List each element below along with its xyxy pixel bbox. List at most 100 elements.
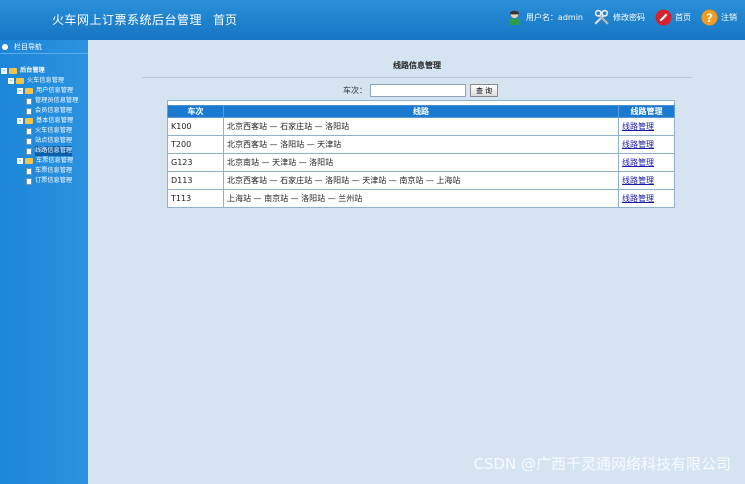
page-icon (26, 137, 32, 145)
folder-icon (16, 78, 24, 84)
page-icon (26, 97, 32, 105)
route-manage-link[interactable]: 线路管理 (622, 122, 654, 131)
folder-icon (25, 118, 33, 124)
train-number-cell: G123 (167, 153, 224, 172)
action-cell: 线路管理 (618, 135, 675, 154)
user-icon (509, 10, 520, 25)
change-password-button[interactable]: 修改密码 (593, 9, 645, 26)
sidebar-item-label: 基本信息管理 (36, 117, 74, 124)
tools-icon (594, 9, 609, 25)
route-cell: 北京西客站 — 石家庄站 — 洛阳站 (223, 117, 619, 136)
train-number-cell: D113 (167, 171, 224, 190)
change-password-label: 修改密码 (613, 13, 645, 22)
collapse-icon[interactable]: - (8, 78, 14, 84)
sidebar-item-label: 车票信息管理 (36, 157, 74, 164)
sidebar-item-label: 火车信息管理 (35, 127, 73, 134)
nav-dot-icon (2, 43, 8, 50)
route-manage-link[interactable]: 线路管理 (622, 158, 654, 167)
sidebar-item-label: 火车信息管理 (27, 77, 65, 84)
table-header-row: 车次 线路 线路管理 (167, 105, 675, 118)
folder-icon (25, 88, 33, 94)
search-label: 车次： (343, 86, 367, 95)
route-manage-link[interactable]: 线路管理 (622, 140, 654, 149)
table-row: G123 北京南站 — 天津站 — 洛阳站 线路管理 (167, 153, 675, 172)
sidebar-item-label: 车票信息管理 (35, 167, 73, 174)
username-label: 用户名：admin (525, 13, 583, 22)
page-title: 线路信息管理 (142, 60, 692, 78)
sidebar-item-label: 管理员信息管理 (35, 97, 79, 104)
table-row: T200 北京西客站 — 洛阳站 — 天津站 线路管理 (167, 135, 675, 154)
table-row: K100 北京西客站 — 石家庄站 — 洛阳站 线路管理 (167, 117, 675, 136)
route-cell: 北京西客站 — 洛阳站 — 天津站 (223, 135, 619, 154)
app-title: 火车网上订票系统后台管理 (52, 13, 203, 27)
table-row: D113 北京西客站 — 石家庄站 — 洛阳站 — 天津站 — 南京站 — 上海站… (167, 171, 675, 190)
page-icon (26, 167, 32, 175)
sidebar-title: 栏目导航 (14, 42, 42, 51)
home-label: 首页 (675, 13, 691, 22)
sidebar-item-label: 后台管理 (20, 67, 45, 74)
sidebar-item[interactable]: - 火车信息管理 (0, 76, 88, 86)
home-nav-link[interactable]: 首页 (213, 11, 237, 28)
page-icon (26, 107, 32, 115)
folder-icon (25, 158, 33, 164)
help-icon: ? (701, 9, 718, 26)
train-number-cell: K100 (167, 117, 224, 136)
route-cell: 北京西客站 — 石家庄站 — 洛阳站 — 天津站 — 南京站 — 上海站 (223, 171, 619, 190)
page-icon (26, 127, 32, 135)
page-icon (26, 147, 32, 155)
svg-text:?: ? (706, 11, 713, 25)
train-number-cell: T200 (167, 135, 224, 154)
collapse-icon[interactable]: - (17, 88, 23, 94)
column-header-route: 线路 (223, 105, 619, 118)
action-cell: 线路管理 (618, 189, 675, 208)
route-cell: 上海站 — 南京站 — 洛阳站 — 兰州站 (223, 189, 619, 208)
top-header: 火车网上订票系统后台管理 首页 用户名：admin 修改密码 首页 ? 注销 (0, 0, 745, 40)
logout-button[interactable]: ? 注销 (701, 9, 737, 26)
sidebar-item[interactable]: 线路信息管理 (0, 146, 88, 156)
home-icon (655, 9, 672, 26)
sidebar-item-label: 线路信息管理 (35, 146, 73, 156)
sidebar-item[interactable]: - 车票信息管理 (0, 156, 88, 166)
home-button[interactable]: 首页 (655, 9, 691, 26)
logout-label: 注销 (721, 13, 737, 22)
action-cell: 线路管理 (618, 117, 675, 136)
collapse-icon[interactable]: - (1, 68, 7, 74)
sidebar-item[interactable]: - 后台管理 (0, 66, 88, 76)
sidebar-item-label: 会员信息管理 (35, 107, 73, 114)
sidebar-item[interactable]: 管理员信息管理 (0, 96, 88, 106)
column-header-action: 线路管理 (618, 105, 675, 118)
sidebar-header: 栏目导航 (0, 40, 88, 54)
sidebar-item-label: 站点信息管理 (35, 137, 73, 144)
page-icon (26, 177, 32, 185)
collapse-icon[interactable]: - (17, 118, 23, 124)
route-manage-link[interactable]: 线路管理 (622, 176, 654, 185)
sidebar-item[interactable]: 会员信息管理 (0, 106, 88, 116)
collapse-icon[interactable]: - (17, 158, 23, 164)
train-number-input[interactable] (370, 84, 466, 97)
search-button[interactable]: 查 询 (470, 84, 498, 97)
action-cell: 线路管理 (618, 171, 675, 190)
sidebar-item[interactable]: 火车信息管理 (0, 126, 88, 136)
folder-icon (9, 68, 17, 74)
route-cell: 北京南站 — 天津站 — 洛阳站 (223, 153, 619, 172)
sidebar-item-label: 订票信息管理 (35, 177, 73, 184)
sidebar-item-label: 用户信息管理 (36, 87, 74, 94)
user-info: 用户名：admin (506, 9, 583, 26)
route-manage-link[interactable]: 线路管理 (622, 194, 654, 203)
column-header-train: 车次 (167, 105, 224, 118)
sidebar-item[interactable]: 站点信息管理 (0, 136, 88, 146)
train-number-cell: T113 (167, 189, 224, 208)
action-cell: 线路管理 (618, 153, 675, 172)
sidebar-item[interactable]: - 基本信息管理 (0, 116, 88, 126)
sidebar-item[interactable]: - 用户信息管理 (0, 86, 88, 96)
sidebar-item[interactable]: 车票信息管理 (0, 166, 88, 176)
sidebar-item[interactable]: 订票信息管理 (0, 176, 88, 186)
search-bar: 车次： 查 询 (343, 84, 498, 97)
main-content: 线路信息管理 车次： 查 询 车次 线路 线路管理 K100 北京西客站 — 石家… (88, 40, 745, 484)
route-table: 车次 线路 线路管理 K100 北京西客站 — 石家庄站 — 洛阳站 线路管理 T20… (167, 100, 675, 208)
watermark: CSDN @广西千灵通网络科技有限公司 (473, 455, 731, 473)
top-toolbar: 用户名：admin 修改密码 首页 ? 注销 (496, 9, 737, 26)
sidebar: 栏目导航 - 后台管理 - 火车信息管理 - 用户信息管理 管理员信息管理 会员信息管理 - 基本… (0, 40, 88, 484)
table-row: T113 上海站 — 南京站 — 洛阳站 — 兰州站 线路管理 (167, 189, 675, 208)
nav-tree: - 后台管理 - 火车信息管理 - 用户信息管理 管理员信息管理 会员信息管理 - 基本信息管理火… (0, 66, 88, 186)
